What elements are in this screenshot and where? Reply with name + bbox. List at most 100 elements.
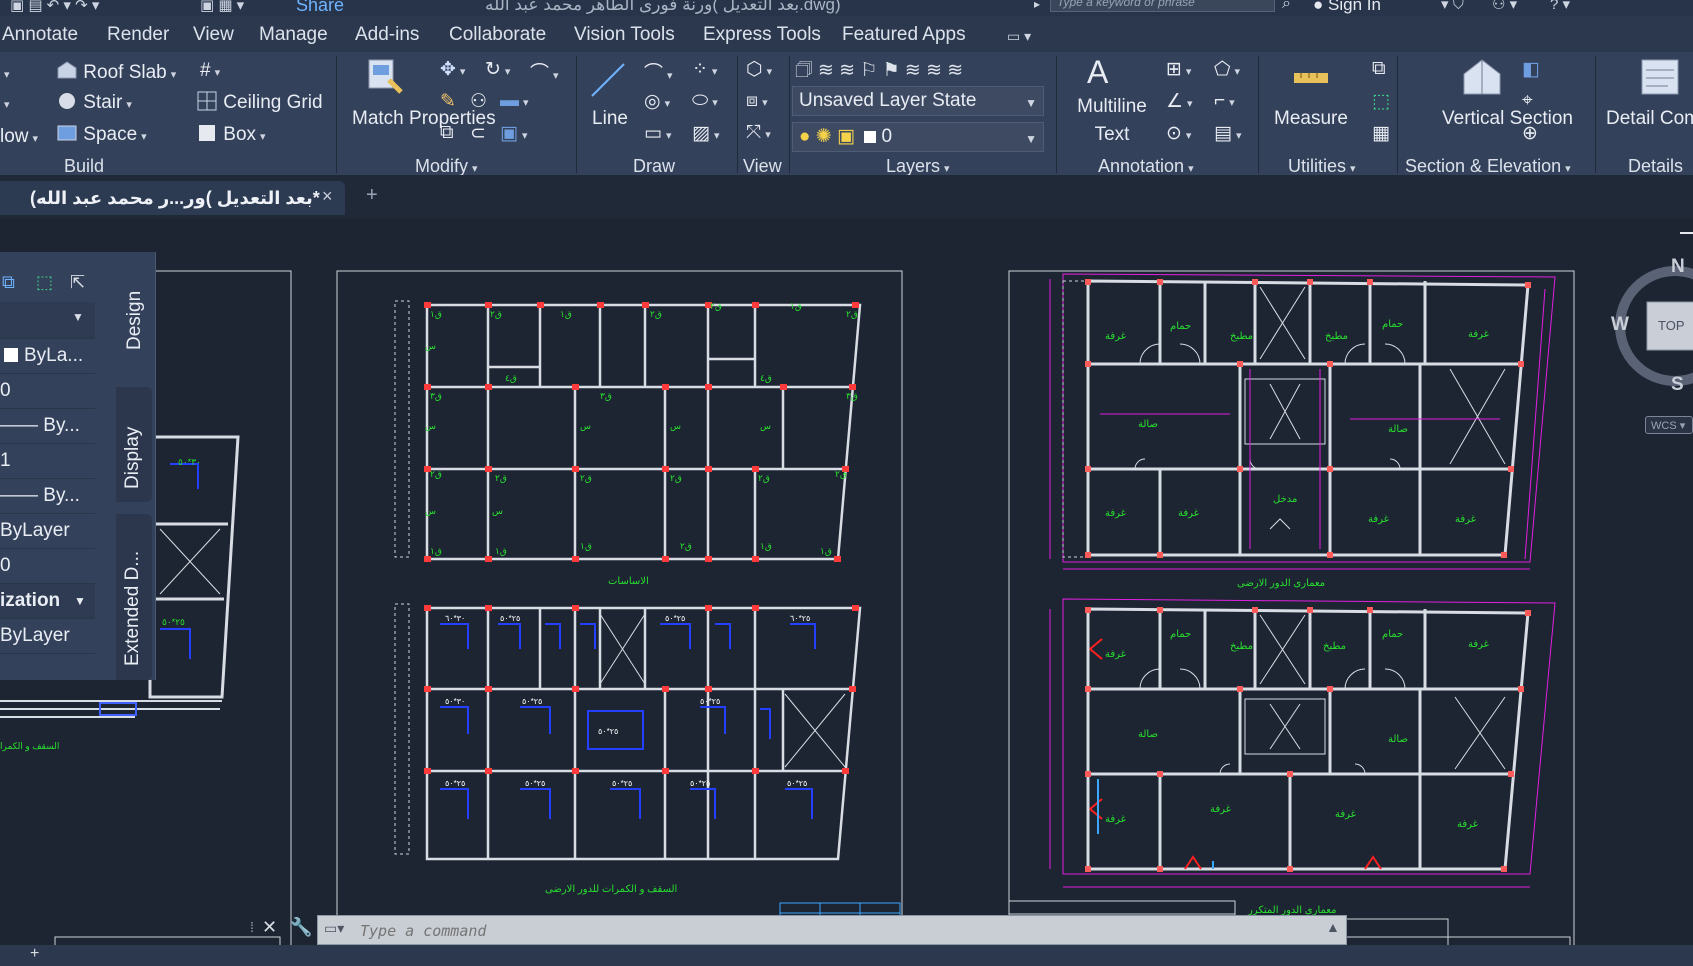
fillet-icon[interactable]: ⌒ ▾ — [530, 58, 559, 85]
point-icon[interactable]: ⁘ ▾ — [692, 58, 717, 81]
multiline-text-button[interactable]: Multiline Text — [1068, 93, 1156, 149]
build-partial-button[interactable]: low ▾ — [0, 126, 38, 148]
leader-icon[interactable]: ⬠ ▾ — [1214, 58, 1240, 81]
grid-button[interactable]: # ▾ — [200, 60, 220, 82]
tab-add-ins[interactable]: Add-ins — [355, 24, 419, 46]
property-transparency[interactable]: 0 — [0, 549, 95, 584]
property-linetype[interactable]: —— By... — [0, 409, 95, 444]
ribbon-options-icon[interactable]: ▭ ▾ — [1007, 28, 1031, 45]
view-extents-icon[interactable]: ⤧ ▾ — [746, 122, 771, 144]
rotate-icon[interactable]: ↻ ▾ — [485, 58, 510, 81]
elevation-label-icon[interactable]: ⌐ ▾ — [1214, 90, 1235, 112]
tab-featured-apps[interactable]: Featured Apps — [842, 24, 966, 46]
close-icon[interactable]: ✕ — [262, 917, 277, 938]
workspace-icon[interactable]: ▣ ▦ ▾ — [200, 0, 244, 14]
build-partial-arrow2-icon[interactable]: ▾ — [0, 92, 10, 114]
tab-view[interactable]: View — [193, 24, 234, 46]
wcs-menu[interactable]: WCS ▾ — [1645, 416, 1693, 434]
compass-south-label[interactable]: S — [1671, 374, 1684, 396]
dimension-icon[interactable]: ⊞ ▾ — [1166, 58, 1191, 81]
property-linetype-scale[interactable]: 1 — [0, 444, 95, 479]
compass-north-label[interactable]: N — [1671, 256, 1685, 278]
table-icon[interactable]: ▤ ▾ — [1214, 122, 1241, 145]
circle-icon[interactable]: ◎ ▾ — [644, 90, 670, 113]
help-icon[interactable]: ? ▾ — [1550, 0, 1570, 13]
layer-tools-icon[interactable]: 🗇 ≋ ≋ ⚐ ⚑ ≋ ≋ ≋ — [795, 56, 963, 88]
tab-design[interactable]: Design — [118, 252, 154, 360]
mirror-icon[interactable]: ▣ ▾ — [500, 122, 527, 145]
drag-grip-icon[interactable]: ⁞ — [250, 919, 254, 935]
cart-icon[interactable]: ▾ ⛉ — [1441, 0, 1464, 13]
select-similar-icon[interactable]: ⬚ — [1372, 90, 1390, 113]
copy-icon[interactable]: ⚇ — [470, 90, 487, 113]
section-cube-icon[interactable]: ◧ — [1522, 58, 1540, 81]
quick-select-icon[interactable]: ⬚ — [36, 272, 53, 293]
ellipse-icon[interactable]: ⬭ ▾ — [692, 90, 718, 112]
palette-object-type-select[interactable]: ▼ — [0, 302, 95, 339]
panel-title-utilities[interactable]: Utilities ▾ — [1288, 156, 1356, 175]
tab-collaborate[interactable]: Collaborate — [449, 24, 546, 46]
elevation-mark-icon[interactable]: ⊕ — [1522, 122, 1538, 145]
ceiling-grid-button[interactable]: Ceiling Grid — [196, 90, 323, 114]
document-tab[interactable]: *بعد التعديل )ور...ر محمد عبد الله) × — [0, 181, 345, 215]
close-icon[interactable]: × — [322, 186, 333, 207]
layer-select[interactable]: ● ✺ ▣ 0 ▼ — [792, 122, 1044, 152]
compass-west-label[interactable]: W — [1611, 314, 1629, 336]
tab-annotate[interactable]: Annotate — [2, 24, 78, 46]
tab-express-tools[interactable]: Express Tools — [703, 24, 821, 46]
sign-in-button[interactable]: ● Sign In — [1313, 0, 1381, 15]
measure-button[interactable]: Measure — [1271, 108, 1351, 130]
add-layout-icon[interactable]: + — [30, 945, 39, 963]
customize-wrench-icon[interactable]: 🔧 — [290, 917, 312, 938]
tab-manage[interactable]: Manage — [259, 24, 328, 46]
view-cube-icon[interactable]: ⬡ ▾ — [746, 58, 772, 81]
command-input[interactable] — [358, 918, 1302, 944]
roof-slab-button[interactable]: Roof Slab ▾ — [56, 60, 176, 84]
space-button[interactable]: Space ▾ — [56, 122, 147, 146]
build-partial-arrow-icon[interactable]: ▾ — [0, 62, 10, 84]
vertical-section-button[interactable]: Vertical Section — [1442, 108, 1573, 130]
chevron-up-icon[interactable]: ▲ — [1326, 919, 1340, 935]
property-material[interactable]: ByLayer — [0, 619, 95, 654]
command-history-icon[interactable]: ▭▾ — [324, 920, 344, 937]
share-button[interactable]: Share — [296, 0, 344, 16]
box-button[interactable]: Box ▾ — [196, 122, 266, 146]
section-mark-icon[interactable]: ⌖ — [1522, 90, 1533, 112]
view-box-icon[interactable]: ⧈ ▾ — [746, 90, 768, 112]
search-icon[interactable]: ⌕ — [1282, 0, 1291, 13]
connect-icon[interactable]: ⚇ ▾ — [1492, 0, 1517, 13]
offset-icon[interactable]: ⧉ — [440, 122, 454, 144]
new-tab-button[interactable]: + — [366, 184, 378, 207]
drawing-area[interactable]: ٣٠*٥٠ ٢٥*٥٠ السقف و الكمرا ق١ ق٢ ق١ ق٢ ق… — [0, 219, 1693, 966]
match-properties-button[interactable]: Match Properties — [352, 108, 496, 130]
drawing-canvas[interactable]: ٣٠*٥٠ ٢٥*٥٠ السقف و الكمرا ق١ ق٢ ق١ ق٢ ق… — [0, 219, 1693, 966]
add-selection-icon[interactable]: ⧉ — [2, 272, 15, 293]
stretch-icon[interactable]: ▬ ▾ — [500, 90, 529, 112]
property-lineweight[interactable]: —— By... — [0, 479, 95, 514]
property-category-visualization[interactable]: ization ▼ — [0, 584, 95, 619]
layer-state-select[interactable]: Unsaved Layer State ▼ — [792, 86, 1044, 116]
panel-title-layers[interactable]: Layers ▾ — [886, 156, 950, 175]
panel-title-section-elevation[interactable]: Section & Elevation ▾ — [1405, 156, 1571, 175]
property-layer[interactable]: 0 — [0, 374, 95, 409]
panel-title-annotation[interactable]: Annotation ▾ — [1098, 156, 1194, 175]
move-icon[interactable]: ✥ ▾ — [440, 58, 465, 81]
stair-button[interactable]: Stair ▾ — [56, 90, 132, 114]
hatch-icon[interactable]: ▨ ▾ — [692, 122, 719, 145]
property-plot-style[interactable]: ByLayer — [0, 514, 95, 549]
select-objects-icon[interactable]: ⇱ — [70, 272, 85, 293]
tab-vision-tools[interactable]: Vision Tools — [574, 24, 675, 46]
array-icon[interactable]: ⊂ — [470, 122, 486, 145]
quick-access-icon[interactable]: ▣ ▤ ↶ ▾ ↷ ▾ — [10, 0, 99, 14]
panel-title-modify[interactable]: Modify ▾ — [415, 156, 478, 175]
tab-display[interactable]: Display — [116, 387, 152, 502]
tab-render[interactable]: Render — [107, 24, 169, 46]
calculator-icon[interactable]: ▦ — [1372, 122, 1390, 145]
detail-components-button[interactable]: Detail Components — [1606, 108, 1693, 130]
pencil-icon[interactable]: ✎ — [440, 90, 456, 113]
angular-dim-icon[interactable]: ∠ ▾ — [1166, 90, 1193, 113]
quick-select-icon[interactable]: ⧉ — [1372, 58, 1386, 80]
viewcube[interactable]: N S W TOP WCS ▾ — [1605, 256, 1693, 434]
search-input[interactable]: Type a keyword or phrase — [1050, 0, 1275, 12]
command-line[interactable]: ▭▾ ▲ — [317, 915, 1347, 945]
